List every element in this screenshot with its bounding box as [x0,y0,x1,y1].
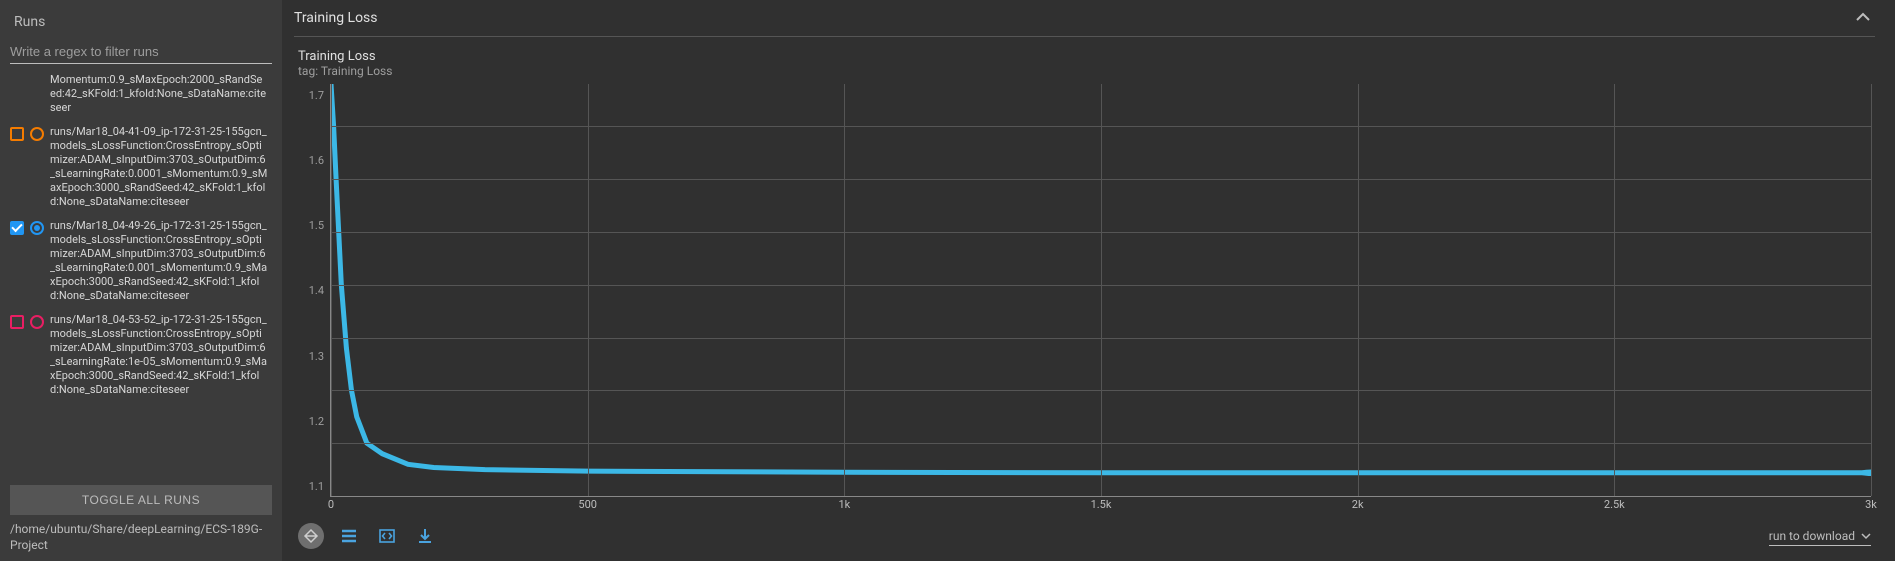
dropdown-icon [1861,531,1871,541]
run-label: Momentum:0.9_sMaxEpoch:2000_sRandSeed:42… [50,74,268,115]
toggle-all-runs-button[interactable]: TOGGLE ALL RUNS [10,485,272,515]
list-icon[interactable] [336,523,362,549]
run-label: runs/Mar18_04-53-52_ip-172-31-25-155gcn_… [50,313,268,397]
run-label: runs/Mar18_04-41-09_ip-172-31-25-155gcn_… [50,125,268,209]
reset-zoom-icon[interactable] [298,523,324,549]
run-item[interactable]: runs/Mar18_04-41-09_ip-172-31-25-155gcn_… [10,120,268,214]
run-label: runs/Mar18_04-49-26_ip-172-31-25-155gcn_… [50,219,268,303]
chart-card: Training Loss tag: Training Loss 1.71.61… [294,37,1875,561]
chart-toolbar [298,523,438,549]
run-download-select[interactable]: run to download [1769,527,1871,546]
runs-filter-input[interactable] [10,40,272,64]
chart-tag: tag: Training Loss [298,64,1871,78]
fullscreen-icon[interactable] [374,523,400,549]
run-download-label: run to download [1769,529,1855,543]
chart-footer: run to download [298,517,1871,557]
chart-plot-area: 1.71.61.51.41.31.21.1 05001k1.5k2k2.5k3k [298,84,1871,517]
run-item[interactable]: runs/Mar18_04-53-52_ip-172-31-25-155gcn_… [10,308,268,402]
run-radio[interactable] [30,315,44,329]
runs-list[interactable]: Momentum:0.9_sMaxEpoch:2000_sRandSeed:42… [10,74,272,479]
chart-section-title: Training Loss [294,10,378,26]
collapse-icon[interactable] [1851,6,1875,30]
run-radio[interactable] [30,221,44,235]
run-checkbox[interactable] [10,315,24,329]
run-radio[interactable] [30,127,44,141]
project-path: /home/ubuntu/Share/deepLearning/ECS-189G… [10,515,272,561]
y-axis: 1.71.61.51.41.31.21.1 [298,84,330,517]
run-item[interactable]: Momentum:0.9_sMaxEpoch:2000_sRandSeed:42… [10,74,268,120]
run-item[interactable]: runs/Mar18_04-49-26_ip-172-31-25-155gcn_… [10,214,268,308]
run-checkbox[interactable] [10,221,24,235]
plot-region[interactable]: 05001k1.5k2k2.5k3k [330,84,1871,497]
sidebar: Runs Momentum:0.9_sMaxEpoch:2000_sRandSe… [0,0,282,561]
main-panel: Training Loss Training Loss tag: Trainin… [282,0,1895,561]
chart-title: Training Loss [298,49,1871,64]
download-icon[interactable] [412,523,438,549]
x-axis: 05001k1.5k2k2.5k3k [331,498,1871,516]
run-checkbox[interactable] [10,127,24,141]
chart-header: Training Loss [294,0,1875,37]
runs-title: Runs [10,0,272,38]
